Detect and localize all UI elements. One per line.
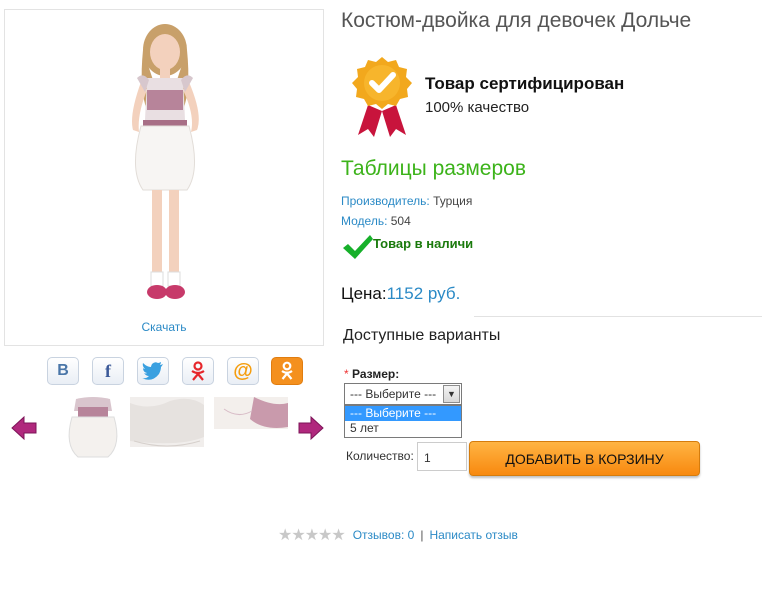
- size-label-text: Размер:: [352, 367, 400, 381]
- product-main-image[interactable]: Скачать: [4, 9, 324, 346]
- odnoklassniki-icon[interactable]: [182, 357, 214, 385]
- quantity-input[interactable]: 1: [417, 442, 467, 471]
- options-heading: Доступные варианты: [343, 327, 501, 344]
- product-photo: [132, 24, 199, 299]
- size-select-value: --- Выберите ---: [350, 387, 437, 401]
- reviews-row: ★★★★★ Отзывов: 0 | Написать отзыв: [278, 525, 518, 545]
- required-mark: *: [344, 367, 349, 381]
- chevron-down-icon[interactable]: ▼: [443, 385, 460, 403]
- certified-badge-icon: [352, 57, 412, 137]
- vk-icon[interactable]: В: [47, 357, 79, 385]
- reviews-count-link[interactable]: Отзывов: 0: [353, 528, 415, 542]
- size-label: * Размер:: [344, 367, 399, 381]
- add-to-cart-button[interactable]: ДОБАВИТЬ В КОРЗИНУ: [469, 441, 700, 476]
- facebook-icon[interactable]: f: [92, 357, 124, 385]
- quantity-label: Количество:: [346, 449, 414, 463]
- stock-status: Товар в наличи: [373, 236, 474, 251]
- separator: |: [420, 528, 424, 542]
- size-option[interactable]: --- Выберите ---: [345, 406, 461, 421]
- rating-stars-icon: ★★★★★: [278, 527, 346, 544]
- price-amount: 1152 руб.: [386, 284, 461, 303]
- model-value: 504: [390, 214, 411, 228]
- certified-title: Товар сертифицирован: [425, 74, 625, 93]
- thumbnail-2[interactable]: [130, 397, 204, 459]
- price-row: Цена:1152 руб.: [341, 284, 460, 304]
- size-select[interactable]: --- Выберите --- ▼: [344, 383, 462, 405]
- twitter-icon[interactable]: [137, 357, 169, 385]
- thumbnail-3[interactable]: [214, 397, 288, 459]
- model-row: Модель: 504: [341, 214, 411, 228]
- arrow-left-icon[interactable]: [10, 414, 38, 442]
- product-title: Костюм-двойка для девочек Дольче: [341, 9, 692, 32]
- size-dropdown-list: --- Выберите --- 5 лет: [344, 405, 462, 438]
- size-table-link[interactable]: Таблицы размеров: [341, 157, 526, 181]
- divider: [474, 316, 762, 317]
- model-label: Модель:: [341, 214, 388, 228]
- certified-subtitle: 100% качество: [425, 99, 530, 116]
- thumbnail-1[interactable]: [56, 397, 130, 459]
- manufacturer-row: Производитель: Турция: [341, 194, 472, 208]
- ok-icon[interactable]: [271, 357, 303, 385]
- manufacturer-value: Турция: [433, 194, 473, 208]
- price-label: Цена:: [341, 284, 387, 303]
- arrow-right-icon[interactable]: [297, 414, 325, 442]
- manufacturer-label[interactable]: Производитель:: [341, 194, 430, 208]
- mail-icon[interactable]: @: [227, 357, 259, 385]
- size-option[interactable]: 5 лет: [345, 421, 461, 436]
- write-review-link[interactable]: Написать отзыв: [429, 528, 517, 542]
- checkmark-icon: [343, 235, 373, 259]
- download-link[interactable]: Скачать: [5, 320, 323, 334]
